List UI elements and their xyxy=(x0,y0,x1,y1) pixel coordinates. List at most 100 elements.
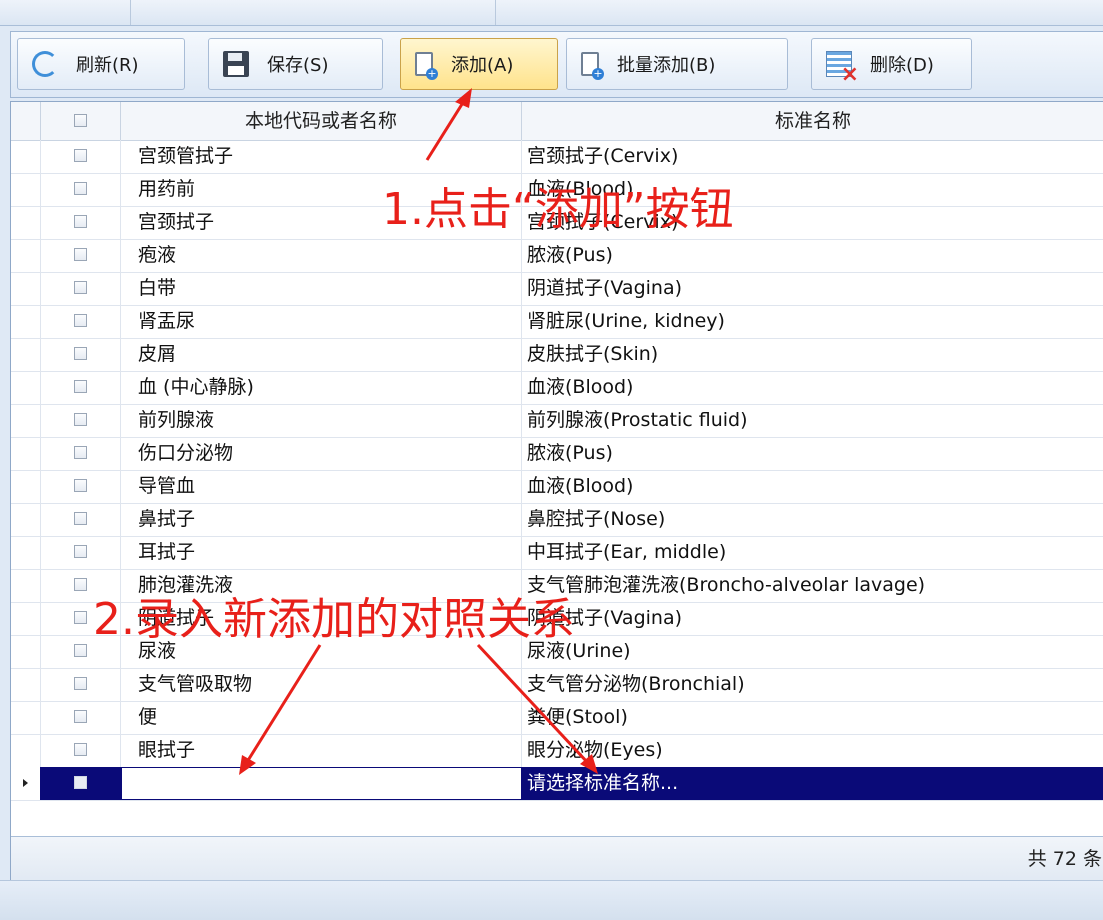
refresh-button[interactable]: 刷新(R) xyxy=(17,38,185,90)
standard-name-cell[interactable]: 血液(Blood) xyxy=(522,470,1103,503)
table-row[interactable]: 眼拭子 眼分泌物(Eyes) xyxy=(11,734,1103,768)
local-name-cell[interactable]: 鼻拭子 xyxy=(121,503,522,536)
column-header-standard[interactable]: 标准名称 xyxy=(522,102,1103,140)
row-checkbox-cell[interactable] xyxy=(41,536,121,569)
standard-name-cell[interactable]: 支气管分泌物(Bronchial) xyxy=(522,668,1103,701)
select-all-checkbox-cell[interactable] xyxy=(41,102,121,140)
local-name-cell[interactable]: 伤口分泌物 xyxy=(121,437,522,470)
table-row[interactable]: 便粪便(Stool) xyxy=(11,701,1103,735)
standard-name-cell[interactable]: 前列腺液(Prostatic fluid) xyxy=(522,404,1103,437)
standard-name-select[interactable]: 请选择标准名称... xyxy=(522,767,1103,800)
row-indicator xyxy=(11,239,41,272)
table-row[interactable]: 血 (中心静脉) 血液(Blood) xyxy=(11,371,1103,405)
row-indicator xyxy=(11,668,41,701)
row-checkbox-cell[interactable] xyxy=(41,701,121,734)
row-checkbox[interactable] xyxy=(74,379,87,393)
standard-name-cell[interactable]: 中耳拭子(Ear, middle) xyxy=(522,536,1103,569)
status-bar xyxy=(0,880,1103,920)
row-checkbox-cell[interactable] xyxy=(41,767,121,800)
row-checkbox[interactable] xyxy=(74,247,87,261)
row-checkbox[interactable] xyxy=(74,214,87,228)
table-row[interactable]: 前列腺液 前列腺液(Prostatic fluid) xyxy=(11,404,1103,438)
row-checkbox-cell[interactable] xyxy=(41,371,121,404)
local-name-cell[interactable]: 白带 xyxy=(121,272,522,305)
table-row[interactable]: 疱液 脓液(Pus) xyxy=(11,239,1103,273)
row-checkbox-cell[interactable] xyxy=(41,206,121,239)
row-checkbox[interactable] xyxy=(74,709,87,723)
local-name-cell[interactable]: 皮屑 xyxy=(121,338,522,371)
add-button[interactable]: 添加(A) xyxy=(400,38,558,90)
local-name-cell[interactable]: 血 (中心静脉) xyxy=(121,371,522,404)
local-name-input[interactable] xyxy=(121,767,522,800)
row-checkbox[interactable] xyxy=(74,148,87,162)
row-checkbox[interactable] xyxy=(74,643,87,657)
local-name-cell[interactable]: 宫颈管拭子 xyxy=(121,140,522,173)
table-row[interactable]: 鼻拭子 鼻腔拭子(Nose) xyxy=(11,503,1103,537)
row-checkbox[interactable] xyxy=(74,478,87,492)
row-checkbox-cell[interactable] xyxy=(41,338,121,371)
local-name-cell[interactable]: 耳拭子 xyxy=(121,536,522,569)
row-checkbox-cell[interactable] xyxy=(41,272,121,305)
standard-name-cell[interactable]: 支气管肺泡灌洗液(Broncho-alveolar lavage) xyxy=(522,569,1103,602)
standard-name-cell[interactable]: 宫颈拭子(Cervix) xyxy=(522,140,1103,173)
batch-add-button[interactable]: 批量添加(B) xyxy=(566,38,788,90)
local-name-cell[interactable]: 导管血 xyxy=(121,470,522,503)
standard-name-cell[interactable]: 脓液(Pus) xyxy=(522,239,1103,272)
row-checkbox[interactable] xyxy=(74,676,87,690)
local-name-cell[interactable]: 支气管吸取物 xyxy=(121,668,522,701)
row-checkbox[interactable] xyxy=(74,313,87,327)
row-checkbox[interactable] xyxy=(74,742,87,756)
local-name-cell[interactable]: 疱液 xyxy=(121,239,522,272)
table-row[interactable]: 白带 阴道拭子(Vagina) xyxy=(11,272,1103,306)
row-checkbox-cell[interactable] xyxy=(41,437,121,470)
table-row[interactable]: 皮屑 皮肤拭子(Skin) xyxy=(11,338,1103,372)
row-checkbox[interactable] xyxy=(74,610,87,624)
save-button[interactable]: 保存(S) xyxy=(208,38,383,90)
row-checkbox[interactable] xyxy=(74,544,87,558)
standard-name-cell[interactable]: 尿液(Urine) xyxy=(522,635,1103,668)
row-checkbox-cell[interactable] xyxy=(41,404,121,437)
top-tab-2[interactable] xyxy=(130,0,496,25)
local-name-cell[interactable]: 前列腺液 xyxy=(121,404,522,437)
row-checkbox[interactable] xyxy=(74,181,87,195)
row-checkbox[interactable] xyxy=(74,511,87,525)
standard-name-cell[interactable]: 血液(Blood) xyxy=(522,371,1103,404)
row-checkbox-cell[interactable] xyxy=(41,470,121,503)
row-checkbox-cell[interactable] xyxy=(41,239,121,272)
local-name-cell[interactable]: 眼拭子 xyxy=(121,734,522,767)
table-row[interactable]: 导管血 血液(Blood) xyxy=(11,470,1103,504)
standard-name-cell[interactable]: 脓液(Pus) xyxy=(522,437,1103,470)
row-checkbox-cell[interactable] xyxy=(41,140,121,173)
row-checkbox[interactable] xyxy=(74,346,87,360)
row-checkbox-cell[interactable] xyxy=(41,734,121,767)
row-checkbox[interactable] xyxy=(74,280,87,294)
row-checkbox-cell[interactable] xyxy=(41,668,121,701)
row-checkbox-cell[interactable] xyxy=(41,173,121,206)
row-checkbox[interactable] xyxy=(74,412,87,426)
column-header-local[interactable]: 本地代码或者名称 xyxy=(121,102,522,140)
standard-name-cell[interactable]: 阴道拭子(Vagina) xyxy=(522,272,1103,305)
local-name-cell[interactable]: 肾盂尿 xyxy=(121,305,522,338)
new-row[interactable]: 请选择标准名称... xyxy=(11,767,1103,801)
row-checkbox[interactable] xyxy=(74,775,87,789)
standard-name-cell[interactable]: 皮肤拭子(Skin) xyxy=(522,338,1103,371)
table-row[interactable]: 宫颈管拭子 宫颈拭子(Cervix) xyxy=(11,140,1103,174)
table-row[interactable]: 肾盂尿 肾脏尿(Urine, kidney) xyxy=(11,305,1103,339)
row-checkbox-cell[interactable] xyxy=(41,305,121,338)
delete-button[interactable]: 删除(D) xyxy=(811,38,972,90)
local-name-cell[interactable]: 便 xyxy=(121,701,522,734)
standard-name-cell[interactable]: 粪便(Stool) xyxy=(522,701,1103,734)
standard-name-cell[interactable]: 肾脏尿(Urine, kidney) xyxy=(522,305,1103,338)
standard-name-cell[interactable]: 鼻腔拭子(Nose) xyxy=(522,503,1103,536)
table-row[interactable]: 支气管吸取物 支气管分泌物(Bronchial) xyxy=(11,668,1103,702)
table-row[interactable]: 伤口分泌物 脓液(Pus) xyxy=(11,437,1103,471)
row-checkbox[interactable] xyxy=(74,577,87,591)
standard-name-cell[interactable]: 眼分泌物(Eyes) xyxy=(522,734,1103,767)
row-indicator xyxy=(11,437,41,470)
standard-name-cell[interactable]: 阴道拭子(Vagina) xyxy=(522,602,1103,635)
select-all-checkbox[interactable] xyxy=(74,113,87,127)
row-checkbox[interactable] xyxy=(74,445,87,459)
row-checkbox-cell[interactable] xyxy=(41,503,121,536)
top-tab-1[interactable] xyxy=(0,0,131,25)
table-row[interactable]: 耳拭子 中耳拭子(Ear, middle) xyxy=(11,536,1103,570)
